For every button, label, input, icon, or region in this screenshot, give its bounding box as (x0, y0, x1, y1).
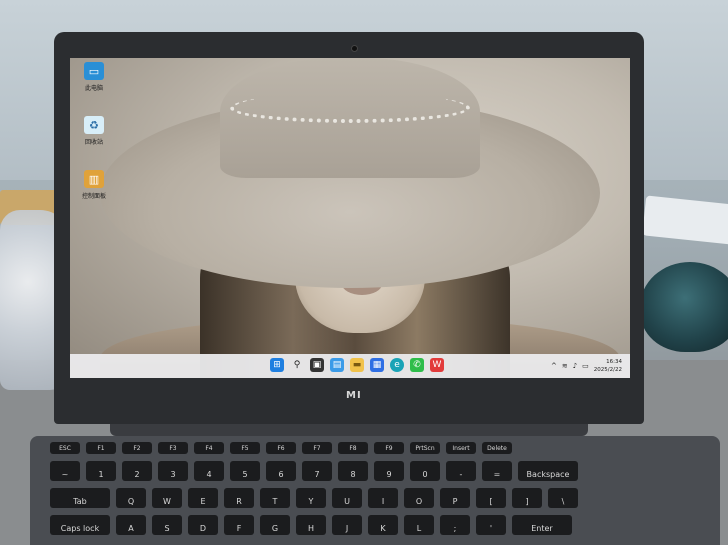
system-tray: ^ ≋ ♪ ▭ 16:34 2025/2/22 (551, 357, 622, 375)
wechat-icon[interactable]: ✆ (410, 358, 424, 372)
desktop-icon-control-panel[interactable]: ▥ 控制面板 (74, 170, 114, 216)
keyboard: ESC F1 F2 F3 F4 F5 F6 F7 F8 F9 PrtScn In… (50, 442, 710, 542)
desktop-icons: ▭ 此电脑 ♻ 回收站 ▥ 控制面板 (74, 62, 114, 224)
key[interactable]: F5 (230, 442, 260, 454)
key[interactable]: F7 (302, 442, 332, 454)
key[interactable]: T (260, 488, 290, 508)
taskbar: ⊞ ⚲ ▣ ▤ ▬ ▦ e ✆ W ^ ≋ ♪ ▭ 16:34 2025/2/2… (70, 354, 630, 378)
desktop-icon-label: 控制面板 (81, 193, 106, 200)
edge-browser-icon[interactable]: e (390, 358, 404, 372)
key[interactable]: L (404, 515, 434, 535)
key[interactable]: R (224, 488, 254, 508)
key[interactable]: F3 (158, 442, 188, 454)
desktop-icon-label: 此电脑 (84, 85, 103, 92)
key[interactable]: F (224, 515, 254, 535)
key[interactable]: I (368, 488, 398, 508)
clock-date: 2025/2/22 (593, 367, 622, 373)
key[interactable]: S (152, 515, 182, 535)
computer-icon: ▭ (84, 62, 104, 80)
battery-icon[interactable]: ▭ (582, 362, 589, 370)
keyboard-qwerty-row: Tab Q W E R T Y U I O P [ ] \ (50, 488, 710, 508)
wifi-icon[interactable]: ≋ (562, 362, 568, 370)
key[interactable]: F6 (266, 442, 296, 454)
key[interactable]: ' (476, 515, 506, 535)
clock-time: 16:34 (606, 359, 622, 365)
key[interactable]: ~ (50, 461, 80, 481)
key[interactable]: 1 (86, 461, 116, 481)
key[interactable]: F2 (122, 442, 152, 454)
widgets-icon[interactable]: ▤ (330, 358, 344, 372)
key[interactable]: 2 (122, 461, 152, 481)
key[interactable]: 5 (230, 461, 260, 481)
key[interactable]: - (446, 461, 476, 481)
search-icon[interactable]: ⚲ (290, 358, 304, 372)
key[interactable]: J (332, 515, 362, 535)
key[interactable]: H (296, 515, 326, 535)
keyboard-home-row: Caps lock A S D F G H J K L ; ' Enter (50, 515, 710, 535)
key[interactable]: P (440, 488, 470, 508)
key[interactable]: D (188, 515, 218, 535)
laptop-brand-logo: MI (346, 390, 362, 401)
key[interactable]: ESC (50, 442, 80, 454)
key[interactable]: 4 (194, 461, 224, 481)
key[interactable]: Delete (482, 442, 512, 454)
key[interactable]: F8 (338, 442, 368, 454)
enter-key[interactable]: Enter (512, 515, 572, 535)
windows-start-icon[interactable]: ⊞ (270, 358, 284, 372)
key[interactable]: 8 (338, 461, 368, 481)
task-view-icon[interactable]: ▣ (310, 358, 324, 372)
system-clock[interactable]: 16:34 2025/2/22 (594, 358, 622, 374)
key[interactable]: = (482, 461, 512, 481)
desktop-icon-label: 回收站 (84, 139, 103, 146)
file-explorer-icon[interactable]: ▬ (350, 358, 364, 372)
background-device (642, 195, 728, 245)
desktop-icon-recycle-bin[interactable]: ♻ 回收站 (74, 116, 114, 162)
caps-lock-key[interactable]: Caps lock (50, 515, 110, 535)
key[interactable]: 3 (158, 461, 188, 481)
key[interactable]: ] (512, 488, 542, 508)
key[interactable]: E (188, 488, 218, 508)
key[interactable]: 0 (410, 461, 440, 481)
store-icon[interactable]: ▦ (370, 358, 384, 372)
key[interactable]: Y (296, 488, 326, 508)
chevron-up-icon[interactable]: ^ (551, 362, 557, 370)
keyboard-fn-row: ESC F1 F2 F3 F4 F5 F6 F7 F8 F9 PrtScn In… (50, 442, 710, 454)
key[interactable]: PrtScn (410, 442, 440, 454)
key[interactable]: O (404, 488, 434, 508)
key[interactable]: F4 (194, 442, 224, 454)
key[interactable]: F9 (374, 442, 404, 454)
key[interactable]: K (368, 515, 398, 535)
keyboard-number-row: ~ 1 2 3 4 5 6 7 8 9 0 - = Backspace (50, 461, 710, 481)
control-panel-icon: ▥ (84, 170, 104, 188)
webcam (351, 45, 358, 52)
taskbar-apps: ⊞ ⚲ ▣ ▤ ▬ ▦ e ✆ W (270, 358, 444, 374)
key[interactable]: \ (548, 488, 578, 508)
backspace-key[interactable]: Backspace (518, 461, 578, 481)
key[interactable]: 9 (374, 461, 404, 481)
key[interactable]: Q (116, 488, 146, 508)
photo-scene: ▭ 此电脑 ♻ 回收站 ▥ 控制面板 ⊞ ⚲ ▣ ▤ ▬ ▦ e ✆ W ^ ≋… (0, 0, 728, 545)
key[interactable]: U (332, 488, 362, 508)
key[interactable]: A (116, 515, 146, 535)
recycle-bin-icon: ♻ (84, 116, 104, 134)
wps-office-icon[interactable]: W (430, 358, 444, 372)
laptop-screen: ▭ 此电脑 ♻ 回收站 ▥ 控制面板 ⊞ ⚲ ▣ ▤ ▬ ▦ e ✆ W ^ ≋… (70, 58, 630, 378)
laptop-hinge (110, 424, 588, 436)
tab-key[interactable]: Tab (50, 488, 110, 508)
key[interactable]: 7 (302, 461, 332, 481)
ceramic-incense-burner (640, 262, 728, 352)
key[interactable]: Insert (446, 442, 476, 454)
key[interactable]: [ (476, 488, 506, 508)
key[interactable]: F1 (86, 442, 116, 454)
volume-icon[interactable]: ♪ (573, 362, 577, 370)
key[interactable]: G (260, 515, 290, 535)
key[interactable]: W (152, 488, 182, 508)
desktop-icon-this-pc[interactable]: ▭ 此电脑 (74, 62, 114, 108)
key[interactable]: 6 (266, 461, 296, 481)
key[interactable]: ; (440, 515, 470, 535)
wallpaper-hat-chain (230, 93, 470, 123)
